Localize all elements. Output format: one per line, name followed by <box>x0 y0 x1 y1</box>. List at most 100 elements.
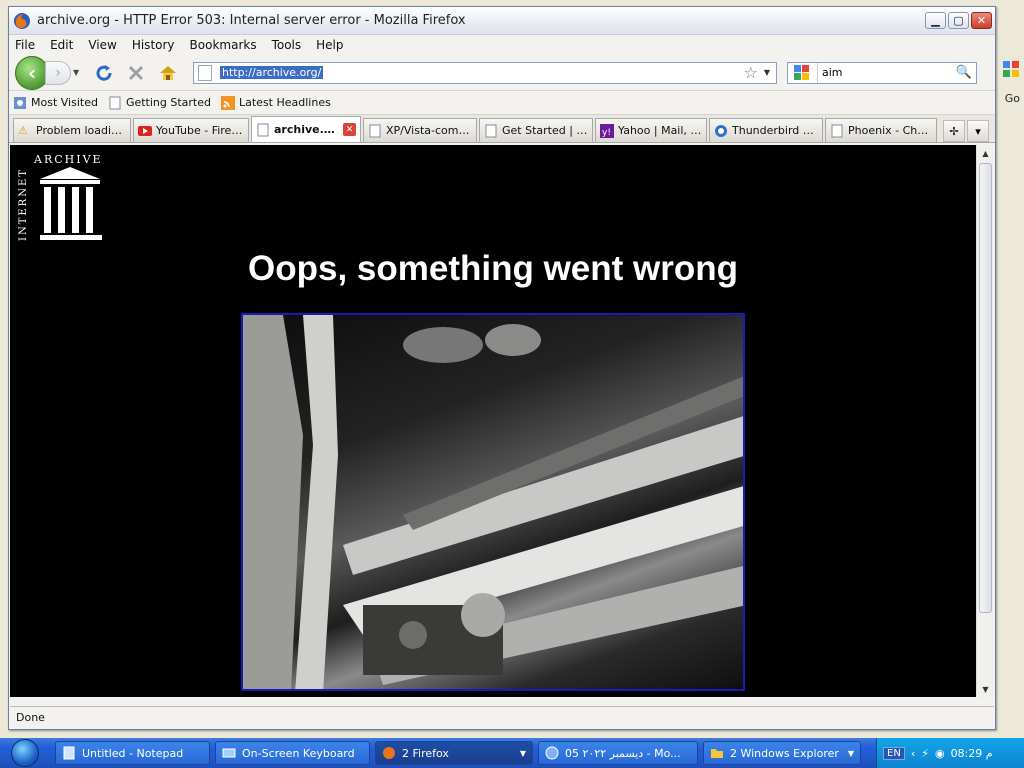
chevron-down-icon: ▾ <box>975 124 981 138</box>
network-icon[interactable]: ⚡ <box>921 747 929 760</box>
machine-image-icon <box>243 315 743 689</box>
taskbar-mozilla-document[interactable]: 05 ديسمبر ٢٠٢٢ - Mo... <box>538 741 698 765</box>
system-tray: EN ‹ ⚡ ◉ 08:29 م <box>876 738 1024 768</box>
tab-bar: ⚠ Problem loading... YouTube - Firef... … <box>9 115 995 143</box>
reload-button[interactable] <box>91 60 117 86</box>
minimize-button[interactable]: ▁ <box>925 12 946 29</box>
google-icon <box>793 64 809 80</box>
tab-phoenix-chat[interactable]: Phoenix - Chat ... <box>825 118 937 142</box>
menu-edit[interactable]: Edit <box>50 38 73 52</box>
bookmark-star-icon[interactable]: ☆ <box>744 63 758 82</box>
taskbar-label: 2 Windows Explorer <box>730 746 839 760</box>
menu-tools[interactable]: Tools <box>272 38 302 52</box>
stop-icon <box>128 65 144 80</box>
taskbar-firefox[interactable]: 2 Firefox ▼ <box>375 741 533 765</box>
error-heading: Oops, something went wrong <box>248 249 738 288</box>
bookmark-label: Most Visited <box>31 96 98 109</box>
google-icon <box>1003 61 1019 77</box>
tab-close-icon[interactable]: ✕ <box>343 123 356 136</box>
tab-label: archive.o... <box>274 123 339 136</box>
taskbar-windows-explorer[interactable]: 2 Windows Explorer ▼ <box>703 741 861 765</box>
taskbar-label: On-Screen Keyboard <box>242 746 355 760</box>
vertical-scrollbar[interactable]: ▲ ▼ <box>976 145 994 697</box>
firefox-window: archive.org - HTTP Error 503: Internal s… <box>8 6 996 730</box>
home-button[interactable] <box>155 60 181 86</box>
search-input[interactable] <box>822 66 952 79</box>
start-button[interactable] <box>0 738 50 768</box>
page-icon <box>257 123 269 136</box>
youtube-icon <box>138 125 152 136</box>
page-icon <box>831 124 843 137</box>
go-button[interactable]: Go <box>1005 92 1020 105</box>
taskbar-label: 2 Firefox <box>402 746 449 760</box>
home-icon <box>160 65 176 80</box>
close-button[interactable]: ✕ <box>971 12 992 29</box>
stop-button[interactable] <box>123 60 149 86</box>
menu-history[interactable]: History <box>132 38 175 52</box>
tab-yahoo[interactable]: y! Yahoo | Mail, W... <box>595 118 707 142</box>
tab-get-started[interactable]: Get Started | E... <box>479 118 593 142</box>
scroll-up-arrow-icon[interactable]: ▲ <box>977 145 994 161</box>
title-bar: archive.org - HTTP Error 503: Internal s… <box>9 7 995 35</box>
tab-label: Thunderbird — ... <box>732 124 818 137</box>
history-dropdown[interactable]: ▼ <box>73 68 85 77</box>
taskbar-label: 05 ديسمبر ٢٠٢٢ - Mo... <box>565 746 681 760</box>
forward-button[interactable]: › <box>45 60 71 85</box>
maximize-button[interactable]: ▢ <box>948 12 969 29</box>
search-engine-selector[interactable] <box>788 62 818 83</box>
url-bar[interactable]: http://archive.org/ ☆ ▼ <box>193 61 777 84</box>
tab-label: Phoenix - Chat ... <box>848 124 932 137</box>
menu-file[interactable]: File <box>15 38 35 52</box>
taskbar: Untitled - Notepad On-Screen Keyboard 2 … <box>0 738 1024 768</box>
scroll-down-arrow-icon[interactable]: ▼ <box>977 681 994 697</box>
yahoo-icon: y! <box>600 123 614 138</box>
taskbar-label: Untitled - Notepad <box>82 746 184 760</box>
most-visited-icon <box>14 96 26 109</box>
tab-youtube[interactable]: YouTube - Firef... <box>133 118 249 142</box>
tab-archive[interactable]: archive.o... ✕ <box>251 116 361 142</box>
notepad-icon <box>63 746 75 760</box>
page-icon <box>369 124 381 137</box>
volume-icon[interactable]: ◉ <box>935 747 945 760</box>
tray-expand-icon[interactable]: ‹ <box>911 747 915 760</box>
firefox-icon <box>383 747 395 759</box>
language-indicator[interactable]: EN <box>883 746 905 760</box>
tab-label: YouTube - Firef... <box>156 124 244 137</box>
url-text[interactable]: http://archive.org/ <box>220 66 324 79</box>
menu-view[interactable]: View <box>88 38 116 52</box>
tab-thunderbird[interactable]: Thunderbird — ... <box>709 118 823 142</box>
url-dropdown[interactable]: ▼ <box>758 68 776 77</box>
internet-archive-logo: ARCHIVE INTERNET <box>18 153 102 241</box>
tab-label: Get Started | E... <box>502 124 588 137</box>
clock[interactable]: 08:29 م <box>951 747 993 760</box>
reload-icon <box>96 64 112 81</box>
thunderbird-icon <box>715 124 727 137</box>
status-bar: Done <box>10 706 994 728</box>
new-tab-button[interactable]: ✢ <box>943 120 965 142</box>
svg-text:y!: y! <box>602 128 611 138</box>
tab-label: Yahoo | Mail, W... <box>618 124 702 137</box>
menu-bar: File Edit View History Bookmarks Tools H… <box>9 35 995 55</box>
new-tab-icon: ✢ <box>949 124 959 138</box>
page-icon <box>198 64 212 81</box>
taskbar-notepad[interactable]: Untitled - Notepad <box>55 741 210 765</box>
search-bar[interactable]: 🔍 <box>787 61 977 84</box>
bookmark-label: Getting Started <box>125 96 211 109</box>
scroll-thumb[interactable] <box>979 163 992 613</box>
page-icon <box>485 124 497 137</box>
back-button[interactable]: ‹ <box>15 55 49 90</box>
menu-help[interactable]: Help <box>316 38 343 52</box>
bookmark-getting-started[interactable]: Getting Started <box>108 96 211 110</box>
tab-problem-loading[interactable]: ⚠ Problem loading... <box>13 118 131 142</box>
tab-list-button[interactable]: ▾ <box>967 120 989 142</box>
search-icon[interactable]: 🔍 <box>956 65 972 80</box>
maximize-icon: ▢ <box>953 14 964 27</box>
bookmark-label: Latest Headlines <box>239 96 331 109</box>
menu-bookmarks[interactable]: Bookmarks <box>190 38 257 52</box>
bookmark-most-visited[interactable]: Most Visited <box>13 96 98 110</box>
tab-label: Problem loading... <box>36 124 126 137</box>
taskbar-on-screen-keyboard[interactable]: On-Screen Keyboard <box>215 741 370 765</box>
forward-arrow-icon: › <box>55 64 61 81</box>
tab-xp-vista[interactable]: XP/Vista-compa... <box>363 118 477 142</box>
bookmark-latest-headlines[interactable]: Latest Headlines <box>221 95 331 110</box>
